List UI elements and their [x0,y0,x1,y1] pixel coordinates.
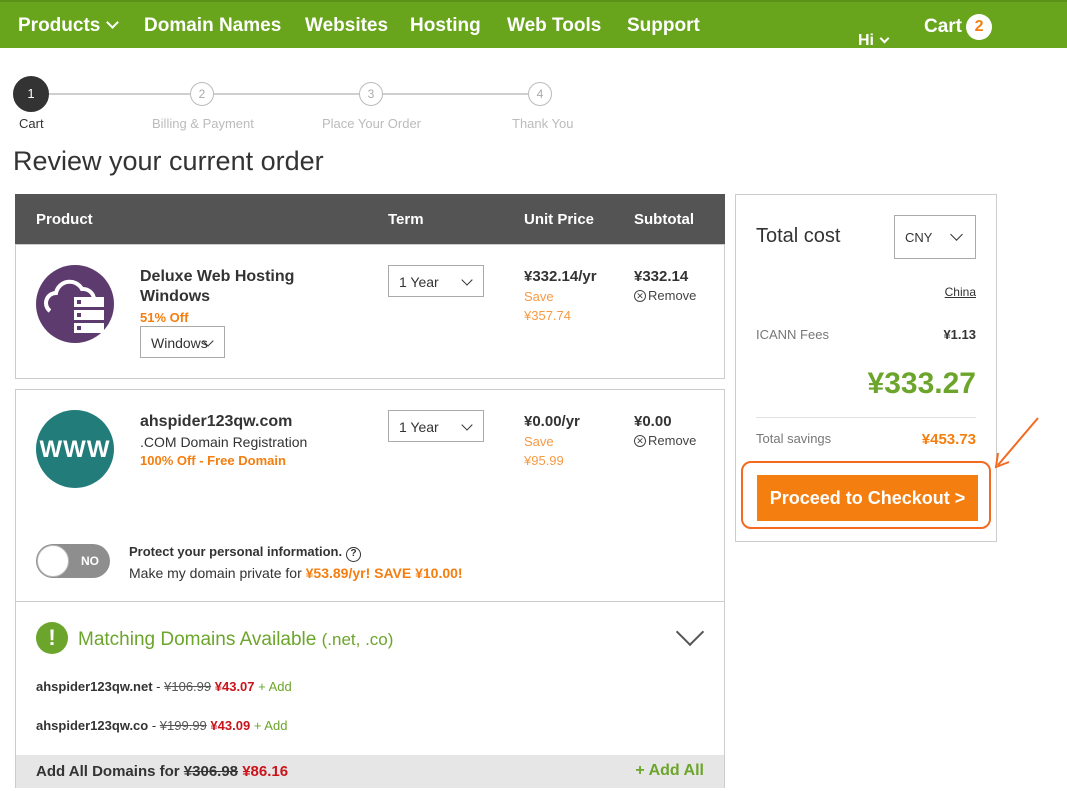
subtotal: ¥0.00 [634,413,672,430]
step-2-label: Billing & Payment [152,116,254,131]
unit-price: ¥332.14/yr [524,268,597,285]
nav-websites[interactable]: Websites [305,15,388,37]
cart-link[interactable]: Cart 2 [924,14,993,41]
cloud-server-icon [36,265,114,343]
remove-button[interactable]: ✕ Remove [634,288,696,303]
add-all-bar: Add All Domains for ¥306.98 ¥86.16 + Add… [16,755,724,788]
savings-label: Total savings [756,431,832,446]
www-text: WWW [39,436,111,463]
order-table-header: Product Term Unit Price Subtotal [15,194,725,244]
step-4-label: Thank You [512,116,574,131]
unit-price: ¥0.00/yr [524,413,580,430]
total-amount: ¥333.27 [867,367,976,400]
step-3-circle: 3 [359,82,383,106]
toggle-state: NO [81,554,99,568]
privacy-title: Protect your personal information.? [129,544,362,562]
close-icon: ✕ [634,290,646,302]
help-icon[interactable]: ? [346,547,362,562]
chevron-down-icon [106,16,120,29]
term-select[interactable]: 1 Year [388,265,484,297]
annotation-arrow-icon [994,417,1039,469]
account-menu[interactable]: Hi [858,32,890,50]
domain-name: ahspider123qw.com [140,413,293,430]
savings-value: ¥453.73 [921,431,976,448]
step-connector [48,93,190,95]
step-3-label: Place Your Order [322,116,422,131]
add-all-summary: Add All Domains for ¥306.98 ¥86.16 [36,763,289,780]
privacy-offer: Make my domain private for ¥53.89/yr! SA… [129,565,463,581]
step-2-circle: 2 [190,82,214,106]
add-all-button[interactable]: + Add All [635,762,704,780]
annotation-highlight [741,461,991,529]
chevron-down-icon [879,33,890,44]
nav-products[interactable]: Products [18,15,120,37]
product-name: Deluxe Web Hosting Windows [140,268,295,305]
top-nav: Products Domain Names Websites Hosting W… [0,0,1067,50]
step-1-circle: 1 [13,76,49,112]
privacy-toggle[interactable]: NO [36,544,110,578]
col-unit-price: Unit Price [524,211,595,228]
discount-label: 51% Off [140,310,189,325]
chevron-down-icon [461,274,473,286]
list-item: ahspider123qw.net - ¥106.99 ¥43.07 + Add [36,679,292,694]
alert-icon: ! [36,622,68,654]
close-icon: ✕ [634,435,646,447]
step-connector [212,93,359,95]
nav-support[interactable]: Support [627,15,700,37]
country-link[interactable]: China [945,285,976,299]
remove-button[interactable]: ✕ Remove [634,433,696,448]
toggle-knob [37,545,69,577]
step-1-label: Cart [19,116,44,131]
save-info: Save ¥357.74 [524,289,571,323]
subtotal: ¥332.14 [634,268,689,285]
save-info: Save ¥95.99 [524,434,564,468]
icann-value: ¥1.13 [943,327,976,342]
discount-label: 100% Off - Free Domain [140,453,286,468]
add-domain-link[interactable]: + Add [254,718,288,733]
divider [756,417,976,418]
currency-select[interactable]: CNY [894,215,976,259]
chevron-down-icon [461,419,473,431]
col-product: Product [36,211,93,228]
step-4-circle: 4 [528,82,552,106]
nav-hosting[interactable]: Hosting [410,15,481,37]
domain-description: .COM Domain Registration [140,434,308,450]
col-subtotal: Subtotal [634,211,694,228]
add-domain-link[interactable]: + Add [258,679,292,694]
col-term: Term [388,211,424,228]
chevron-down-icon [950,228,963,241]
list-item: ahspider123qw.co - ¥199.99 ¥43.09 + Add [36,718,288,733]
step-connector [381,93,528,95]
cart-count-badge: 2 [966,14,993,40]
order-item-hosting [15,244,725,379]
divider [16,601,724,602]
nav-domain-names[interactable]: Domain Names [144,15,281,37]
icann-label: ICANN Fees [756,327,829,342]
www-globe-icon: WWW [36,410,114,488]
matching-domains-title[interactable]: Matching Domains Available (.net, .co) [78,629,393,651]
nav-web-tools[interactable]: Web Tools [507,15,601,37]
term-select[interactable]: 1 Year [388,410,484,442]
total-cost-label: Total cost [756,225,841,247]
page-title: Review your current order [13,146,324,176]
os-select[interactable]: Windows [140,326,225,358]
